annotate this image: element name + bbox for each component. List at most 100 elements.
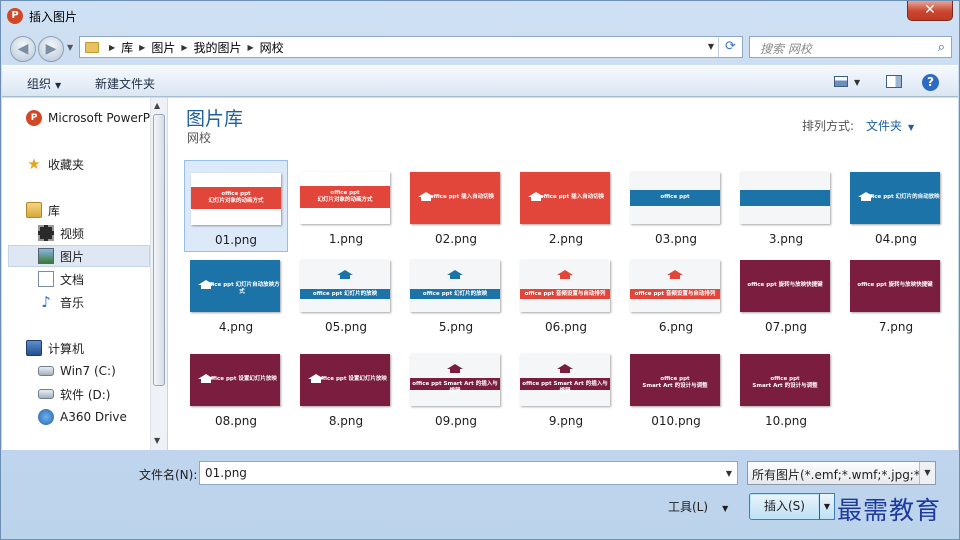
file-name-label: 09.png	[435, 414, 477, 428]
arrange-by-dropdown[interactable]: 文件夹 ▼	[866, 117, 914, 134]
close-button[interactable]: ✕	[907, 1, 953, 21]
search-box[interactable]: 搜索 网校 ⌕	[749, 36, 952, 58]
file-tile[interactable]: office ppt 音频设置与自动排列 06.png	[514, 248, 618, 340]
sidebar-item-music[interactable]: ♪ 音乐	[38, 291, 150, 313]
thumbnail-text: office ppt 幻灯片自动放映方式	[204, 282, 280, 295]
tools-button[interactable]: 工具(L) ▼	[668, 498, 728, 515]
file-tile[interactable]: office ppt 旋转与放映快捷键 7.png	[844, 248, 948, 340]
file-tile[interactable]: office ppt 音频设置与自动排列 6.png	[624, 248, 728, 340]
sidebar-item-pictures[interactable]: 图片	[8, 245, 150, 267]
sidebar-item-drive-d[interactable]: 软件 (D:)	[38, 383, 150, 405]
address-dropdown-icon[interactable]: ▼	[708, 42, 714, 51]
file-tile[interactable]: office ppt 旋转与放映快捷键 07.png	[734, 248, 838, 340]
breadcrumb-separator-icon[interactable]: ▶	[248, 43, 254, 52]
graduation-cap-icon	[557, 364, 573, 373]
file-name-label: 010.png	[651, 414, 701, 428]
file-tile[interactable]: office ppt Smart Art 的设计与调整 10.png	[734, 342, 838, 434]
help-icon[interactable]: ?	[922, 74, 939, 91]
watermark-logo-text: 最需教育	[837, 496, 942, 525]
thumbnail-text: office ppt 幻灯片对象的动画方式	[208, 191, 264, 204]
sidebar-item-computer[interactable]: 计算机	[26, 337, 150, 359]
thumbnail-text: office ppt 旋转与放映快捷键	[747, 282, 823, 288]
scroll-down-icon[interactable]: ▼	[154, 436, 160, 445]
file-tile[interactable]: office ppt 幻灯片对象的动画方式 01.png	[184, 160, 288, 252]
file-name-label: 1.png	[328, 232, 364, 246]
file-tile[interactable]: office ppt 幻灯片的放映 05.png	[294, 248, 398, 340]
back-arrow-icon: ◀	[17, 41, 29, 57]
sidebar-item-a360[interactable]: A360 Drive	[38, 406, 150, 428]
file-tile[interactable]: office ppt 设置幻灯片放映 8.png	[294, 342, 398, 434]
file-name-label: 8.png	[328, 414, 364, 428]
file-name-label: 02.png	[435, 232, 477, 246]
file-tile[interactable]: office ppt Smart Art 的插入与编辑 09.png	[404, 342, 508, 434]
file-thumbnail: office ppt 插入自动切换	[410, 172, 500, 224]
file-type-select[interactable]: 所有图片(*.emf;*.wmf;*.jpg;*.jpeg;*.png) ▼	[747, 461, 936, 485]
filename-field[interactable]: 01.png ▼	[199, 461, 738, 485]
insert-options-dropdown[interactable]: ▼	[819, 493, 835, 520]
sidebar-item-favorites[interactable]: ★ 收藏夹	[26, 153, 150, 175]
sidebar-item-videos[interactable]: 视频	[38, 222, 150, 244]
sidebar-item-label: 视频	[60, 226, 85, 241]
thumbnail-text: office ppt 插入自动切换	[429, 194, 495, 200]
scroll-up-icon[interactable]: ▲	[154, 101, 160, 110]
insert-button[interactable]: 插入(S)	[749, 493, 820, 520]
breadcrumb-pictures[interactable]: 图片	[151, 39, 175, 56]
sidebar-item-drive-c[interactable]: Win7 (C:)	[38, 360, 150, 382]
file-tile[interactable]: office ppt 03.png	[624, 160, 728, 252]
sidebar-item-label: 音乐	[60, 295, 85, 310]
file-name-label: 06.png	[545, 320, 587, 334]
file-tile[interactable]: office ppt 幻灯片的自动放映 04.png	[844, 160, 948, 252]
file-tile[interactable]: office ppt 幻灯片的放映 5.png	[404, 248, 508, 340]
search-icon[interactable]: ⌕	[938, 40, 945, 55]
search-input[interactable]: 搜索 网校	[760, 40, 812, 57]
sidebar-item-documents[interactable]: 文档	[38, 268, 150, 290]
arrange-by-label: 排列方式:	[802, 119, 855, 133]
breadcrumb-library[interactable]: 库	[121, 39, 133, 56]
file-thumbnail: office ppt 幻灯片对象的动画方式	[300, 172, 390, 224]
sidebar-item-library[interactable]: 库	[26, 199, 150, 221]
sidebar-item-label: 计算机	[48, 341, 85, 356]
breadcrumb-separator-icon[interactable]: ▶	[181, 43, 187, 52]
refresh-button[interactable]: ⟳	[718, 37, 742, 57]
address-bar[interactable]: ▶ 库 ▶ 图片 ▶ 我的图片 ▶ 网校 ▼ ⟳	[79, 36, 743, 58]
sidebar-scrollbar[interactable]: ▲ ▼	[150, 98, 167, 450]
file-tile[interactable]: 3.png	[734, 160, 838, 252]
breadcrumb-my-pictures[interactable]: 我的图片	[194, 39, 242, 56]
file-tile[interactable]: office ppt 插入自动切换 2.png	[514, 160, 618, 252]
sidebar-item-label: Microsoft PowerPoint	[48, 111, 150, 125]
new-folder-button[interactable]: 新建文件夹	[95, 75, 155, 92]
sidebar-item-label: A360 Drive	[60, 410, 127, 424]
file-tile[interactable]: office ppt 设置幻灯片放映 08.png	[184, 342, 288, 434]
recent-locations-dropdown[interactable]: ▼	[67, 43, 73, 52]
scrollbar-thumb[interactable]	[153, 114, 165, 386]
thumbnail-text: office ppt 音频设置与自动排列	[634, 291, 716, 297]
file-tile[interactable]: office ppt Smart Art 的插入与编辑 9.png	[514, 342, 618, 434]
back-button[interactable]: ◀	[10, 36, 36, 62]
file-thumbnail: office ppt 旋转与放映快捷键	[850, 260, 940, 312]
file-thumbnail: office ppt Smart Art 的设计与调整	[740, 354, 830, 406]
filename-value[interactable]: 01.png	[205, 466, 247, 480]
preview-pane-icon[interactable]	[886, 75, 902, 88]
file-tile[interactable]: office ppt 幻灯片对象的动画方式 1.png	[294, 160, 398, 252]
file-tile[interactable]: office ppt 幻灯片自动放映方式 4.png	[184, 248, 288, 340]
sidebar-item-label: 库	[48, 203, 61, 218]
powerpoint-app-icon: P	[7, 8, 23, 24]
file-type-dropdown-icon[interactable]: ▼	[919, 462, 935, 484]
thumbnail-text: office ppt Smart Art 的设计与调整	[752, 376, 818, 389]
breadcrumb-separator-icon[interactable]: ▶	[139, 43, 145, 52]
file-tile[interactable]: office ppt 插入自动切换 02.png	[404, 160, 508, 252]
file-thumbnail: office ppt 插入自动切换	[520, 172, 610, 224]
organize-button[interactable]: 组织 ▼	[27, 75, 61, 92]
change-view-icon[interactable]	[834, 76, 848, 87]
filename-dropdown-icon[interactable]: ▼	[726, 469, 732, 478]
document-icon	[38, 271, 54, 287]
file-thumbnail: office ppt Smart Art 的插入与编辑	[410, 354, 500, 406]
file-tile[interactable]: office ppt Smart Art 的设计与调整 010.png	[624, 342, 728, 434]
breadcrumb-separator-icon[interactable]: ▶	[109, 43, 115, 52]
file-thumbnail: office ppt Smart Art 的插入与编辑	[520, 354, 610, 406]
view-options-dropdown-icon[interactable]: ▼	[854, 78, 860, 87]
sidebar-item-powerpoint[interactable]: P Microsoft PowerPoint	[26, 107, 150, 129]
breadcrumb-wangxiao[interactable]: 网校	[260, 39, 284, 56]
forward-button[interactable]: ▶	[38, 36, 64, 62]
window-title: 插入图片	[29, 10, 78, 24]
